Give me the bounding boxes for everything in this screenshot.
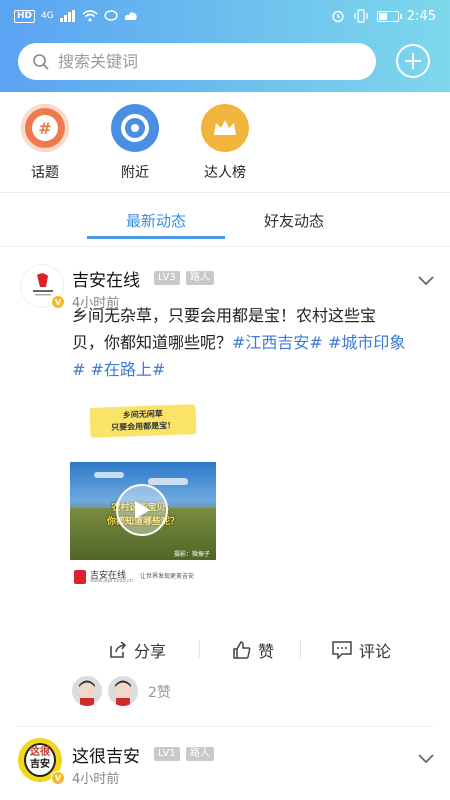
- quick-link-topic[interactable]: # 话题: [10, 104, 80, 182]
- brand-logo: [74, 570, 86, 584]
- network-type: 4G: [41, 11, 54, 21]
- wifi-icon: [82, 10, 98, 22]
- role-badge: 路人: [186, 747, 214, 761]
- search-bar[interactable]: [18, 43, 376, 80]
- feed-tabs: 最新动态 好友动态: [0, 194, 450, 246]
- search-input[interactable]: [58, 52, 348, 71]
- avatar-text: 吉安: [30, 759, 50, 770]
- post-username[interactable]: 这很吉安: [72, 742, 140, 767]
- video-thumbnail[interactable]: 农村这些宝贝， 你都知道哪些呢？ 摄影：微振子: [70, 462, 216, 560]
- cloud-icon: [124, 12, 137, 20]
- liker-avatar[interactable]: [72, 676, 102, 706]
- tab-friends[interactable]: 好友动态: [224, 210, 364, 231]
- quick-link-ranking[interactable]: 达人榜: [190, 104, 260, 182]
- post-text-line: 乡间无杂草，只要会用都是宝！农村这些宝: [72, 306, 377, 325]
- add-post-button[interactable]: [396, 44, 430, 78]
- verified-badge: V: [51, 295, 65, 309]
- level-badge: LV1: [154, 747, 180, 761]
- crown-icon: [201, 104, 249, 152]
- post-username[interactable]: 吉安在线: [72, 266, 140, 291]
- app-header: HD 4G 2:45: [0, 0, 450, 92]
- thumbs-up-icon: [233, 641, 251, 659]
- chevron-down-icon[interactable]: [418, 276, 434, 286]
- brand-url: www.jaja.ccoo.cn: [90, 578, 133, 584]
- post-video[interactable]: 乡间无闲草 只要会用都是宝！ 农村这些宝贝， 你都知道哪些呢？ 摄影：微振子 吉…: [70, 400, 216, 586]
- hashtag-link[interactable]: #: [72, 360, 85, 379]
- comment-icon: [332, 641, 352, 660]
- status-bar: HD 4G 2:45: [0, 0, 450, 32]
- like-label: 赞: [258, 642, 275, 661]
- hashtag-icon: #: [21, 104, 69, 152]
- hd-indicator: HD: [14, 9, 36, 23]
- like-count: 2赞: [148, 685, 171, 701]
- play-button[interactable]: [116, 484, 168, 536]
- quick-link-nearby[interactable]: 附近: [100, 104, 170, 182]
- feed-post: V 吉安在线 LV3 路人 4小时前 乡间无杂草，只要会用都是宝！农村这些宝 贝…: [0, 248, 450, 726]
- post-time: 4小时前: [72, 772, 120, 787]
- share-icon: [110, 641, 127, 658]
- divider: [0, 192, 450, 193]
- banner: 乡间无闲草 只要会用都是宝！: [89, 404, 197, 438]
- brand-slogan: 让世界发现更美吉安: [140, 573, 195, 580]
- hashtag-link[interactable]: #在路上#: [91, 360, 166, 379]
- comment-button[interactable]: 评论: [331, 638, 391, 662]
- tab-latest[interactable]: 最新动态: [86, 210, 226, 231]
- tab-indicator: [87, 236, 225, 239]
- plus-icon: [405, 53, 421, 69]
- post-text-line: 贝，你都知道哪些呢？: [72, 333, 233, 352]
- search-icon: [33, 53, 49, 70]
- alarm-icon: [332, 10, 344, 23]
- hashtag-link[interactable]: #江西吉安#: [232, 333, 323, 352]
- chat-icon: [104, 10, 118, 21]
- divider: [16, 726, 434, 727]
- status-time: 2:45: [406, 8, 436, 24]
- verified-badge: V: [51, 771, 65, 785]
- camera-icon: [111, 104, 159, 152]
- feed-post: 这很 吉安 V 这很吉安 LV1 路人 4小时前: [0, 728, 450, 800]
- post-text: 乡间无杂草，只要会用都是宝！农村这些宝 贝，你都知道哪些呢？#江西吉安# #城市…: [72, 302, 436, 383]
- play-icon: [135, 501, 150, 519]
- hashtag-link[interactable]: #城市印象: [328, 333, 405, 352]
- divider: [0, 246, 450, 247]
- vibrate-icon: [354, 9, 368, 23]
- chevron-down-icon[interactable]: [418, 754, 434, 764]
- like-button[interactable]: 赞: [232, 638, 274, 662]
- quick-link-label: 附近: [121, 165, 149, 181]
- quick-link-label: 话题: [31, 165, 59, 181]
- share-button[interactable]: 分享: [108, 638, 166, 662]
- role-badge: 路人: [186, 271, 214, 285]
- quick-link-label: 达人榜: [204, 165, 246, 181]
- level-badge: LV3: [154, 271, 180, 285]
- share-label: 分享: [134, 642, 167, 661]
- signal-icon: [59, 10, 75, 22]
- quick-links: # 话题 附近 达人榜: [0, 92, 450, 192]
- photo-credit: 摄影：微振子: [173, 551, 210, 558]
- banner-line: 只要会用都是宝！: [111, 420, 176, 433]
- media-footer: 吉安在线 www.jaja.ccoo.cn 让世界发现更美吉安: [74, 568, 214, 586]
- liker-avatar[interactable]: [108, 676, 138, 706]
- avatar-text: 这很: [30, 747, 50, 758]
- comment-label: 评论: [359, 642, 392, 661]
- divider: [199, 640, 200, 658]
- battery-icon: [376, 10, 402, 22]
- divider: [300, 640, 301, 658]
